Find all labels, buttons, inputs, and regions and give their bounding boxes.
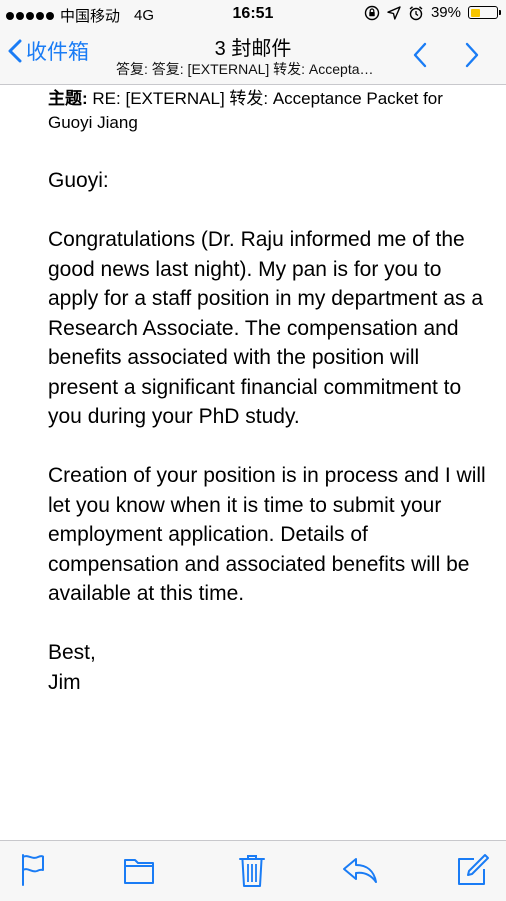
message-body-scroll[interactable]: 主题: RE: [EXTERNAL] 转发: Acceptance Packet… <box>0 85 506 840</box>
email-paragraph: Creation of your position is in process … <box>48 464 486 605</box>
compose-icon[interactable] <box>456 853 490 887</box>
email-closing: Best, <box>48 641 96 664</box>
email-subject: 主题: RE: [EXTERNAL] 转发: Acceptance Packet… <box>48 87 468 135</box>
status-bar: 中国移动 4G 16:51 39% <box>0 0 506 28</box>
location-arrow-icon <box>387 5 401 20</box>
previous-message-button[interactable] <box>412 41 428 69</box>
folder-icon[interactable] <box>123 853 155 887</box>
status-right: 39% <box>364 4 501 21</box>
alarm-clock-icon <box>409 5 423 20</box>
next-message-button[interactable] <box>464 41 480 69</box>
flag-icon[interactable] <box>20 853 46 887</box>
nav-bar: 收件箱 3 封邮件 答复: 答复: [EXTERNAL] 转发: Accepta… <box>0 28 506 85</box>
subject-text: RE: [EXTERNAL] 转发: Acceptance Packet for… <box>48 89 443 132</box>
reply-icon[interactable] <box>342 853 378 885</box>
rotation-lock-icon <box>364 5 380 20</box>
trash-icon[interactable] <box>238 853 266 889</box>
email-greeting: Guoyi: <box>48 169 109 192</box>
email-paragraph: Congratulations (Dr. Raju informed me of… <box>48 228 484 428</box>
battery-icon <box>468 6 501 19</box>
subject-label: 主题: <box>48 89 88 108</box>
battery-level-fill <box>470 8 480 17</box>
thread-count-title: 3 封邮件 <box>214 38 292 60</box>
battery-percent: 39% <box>430 4 461 21</box>
thread-subject-subtitle: 答复: 答复: [EXTERNAL] 转发: Accepta… <box>116 61 374 77</box>
bottom-toolbar <box>0 840 506 901</box>
email-signature: Jim <box>48 670 81 694</box>
email-body: Guoyi: Congratulations (Dr. Raju informe… <box>48 166 488 697</box>
